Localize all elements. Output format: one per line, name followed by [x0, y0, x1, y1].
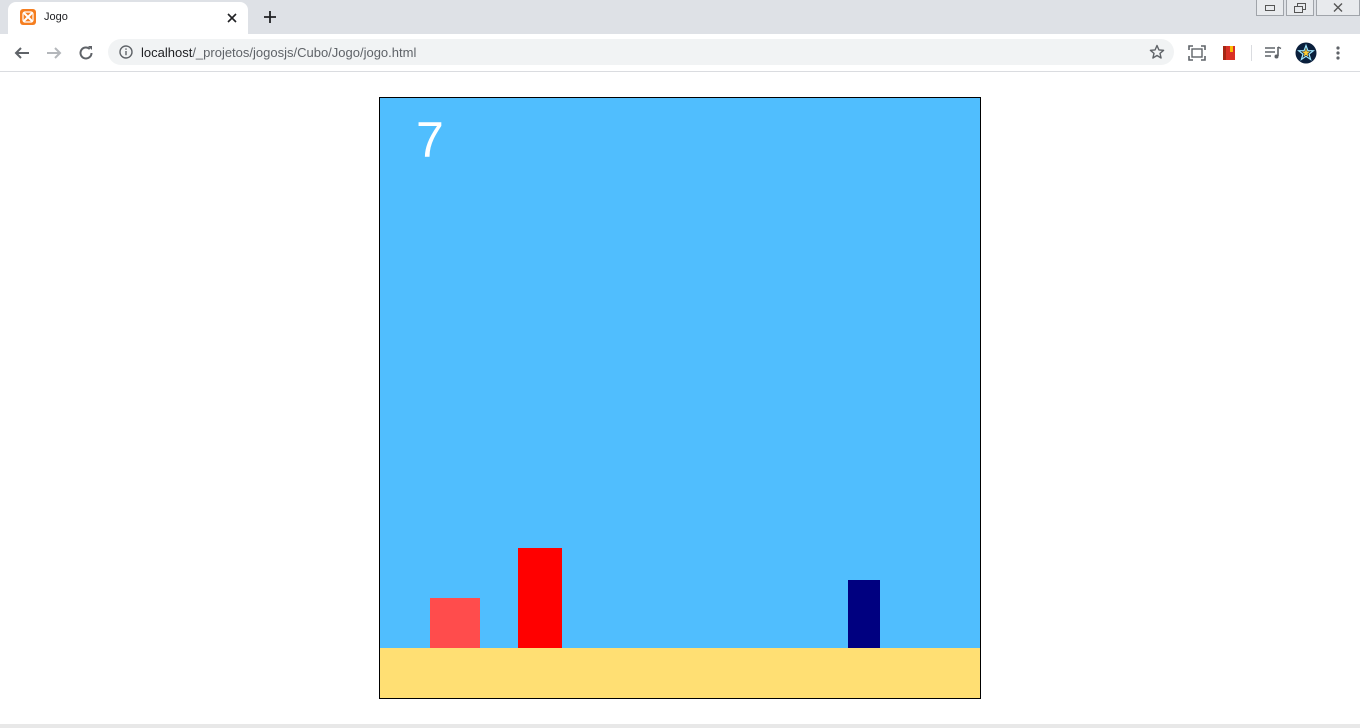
url-text: localhost/_projetos/jogosjs/Cubo/Jogo/jo… — [141, 45, 416, 60]
reload-icon[interactable] — [73, 40, 99, 66]
address-bar[interactable]: localhost/_projetos/jogosjs/Cubo/Jogo/jo… — [108, 39, 1174, 65]
window-bottom-edge — [0, 724, 1360, 728]
tab-strip: Jogo — [0, 0, 1360, 34]
restore-icon[interactable] — [1286, 0, 1314, 16]
window-controls — [1256, 0, 1360, 16]
tab-jogo[interactable]: Jogo — [8, 2, 248, 34]
game-canvas[interactable]: 7 — [379, 97, 981, 699]
new-tab-plus-icon[interactable] — [258, 6, 282, 28]
bookmark-star-icon[interactable] — [1148, 43, 1166, 61]
tab-title: Jogo — [44, 11, 68, 23]
minimize-icon[interactable] — [1256, 0, 1284, 16]
url-host: localhost — [141, 45, 193, 60]
browser-toolbar: localhost/_projetos/jogosjs/Cubo/Jogo/jo… — [0, 34, 1360, 72]
info-icon[interactable] — [118, 44, 134, 60]
obstacle-red-block — [518, 548, 562, 648]
kebab-menu-icon[interactable] — [1327, 42, 1349, 64]
ground-floor — [380, 648, 980, 698]
back-arrow-icon[interactable] — [9, 40, 35, 66]
window-close-icon[interactable] — [1316, 0, 1360, 16]
obstacle-navy-block — [848, 580, 880, 648]
profile-avatar-icon[interactable] — [1294, 41, 1318, 65]
toolbar-separator — [1251, 45, 1252, 61]
player-cube — [430, 598, 480, 648]
xampp-favicon-icon — [20, 9, 36, 25]
forward-arrow-icon[interactable] — [41, 40, 67, 66]
score-counter: 7 — [416, 112, 444, 168]
media-queue-icon[interactable] — [1262, 42, 1284, 64]
tab-close-icon[interactable] — [222, 8, 242, 28]
url-path: /_projetos/jogosjs/Cubo/Jogo/jogo.html — [192, 45, 417, 60]
book-extension-icon[interactable] — [1218, 42, 1240, 64]
screenshot-capture-icon[interactable] — [1186, 42, 1208, 64]
